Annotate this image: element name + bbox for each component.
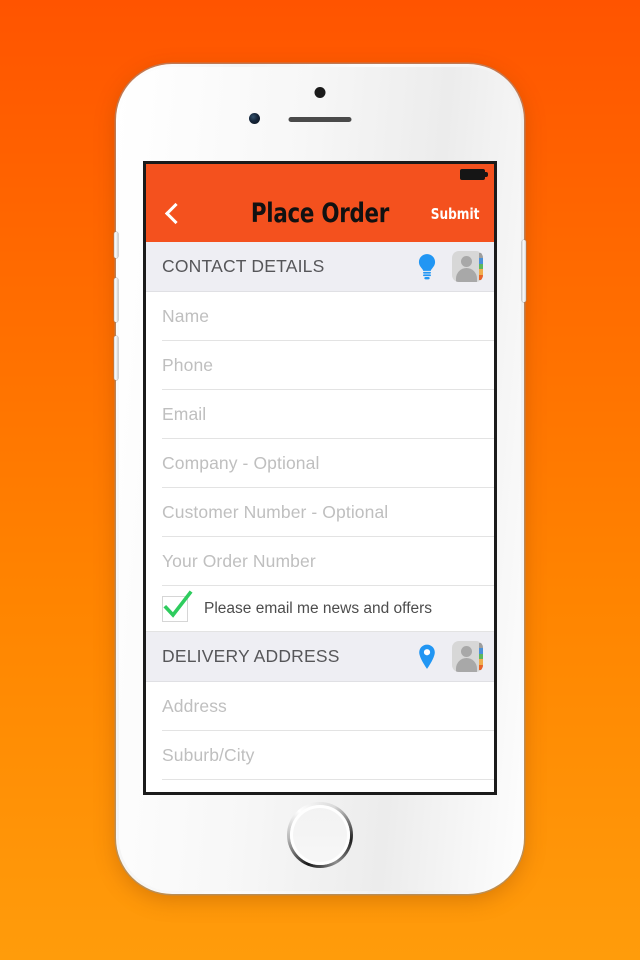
submit-button[interactable]: Submit bbox=[431, 205, 480, 223]
volume-up-button[interactable] bbox=[114, 278, 118, 322]
field-placeholder: Your Order Number bbox=[162, 551, 316, 571]
contacts-book-icon-head bbox=[461, 646, 472, 657]
field-name[interactable]: Name bbox=[146, 292, 494, 341]
section-header-contact-details: CONTACT DETAILS bbox=[146, 242, 494, 292]
section-actions bbox=[416, 251, 483, 282]
field-address[interactable]: Address bbox=[146, 682, 494, 731]
check-icon bbox=[163, 590, 193, 618]
map-pin-icon bbox=[419, 644, 435, 669]
field-phone[interactable]: Phone bbox=[146, 341, 494, 390]
contacts-book-icon-tabs bbox=[479, 643, 483, 671]
section-header-delivery-address: DELIVERY ADDRESS bbox=[146, 632, 494, 682]
use-my-location-button[interactable] bbox=[416, 643, 438, 671]
field-email[interactable]: Email bbox=[146, 390, 494, 439]
section-title: CONTACT DETAILS bbox=[162, 256, 325, 276]
battery-full-icon bbox=[460, 169, 488, 180]
back-button[interactable] bbox=[146, 185, 200, 242]
status-bar bbox=[146, 164, 494, 185]
field-placeholder: Name bbox=[162, 306, 210, 326]
field-placeholder: Suburb/City bbox=[162, 745, 255, 765]
import-contact-button[interactable] bbox=[452, 251, 483, 282]
contacts-book-icon-head bbox=[461, 256, 472, 267]
newsletter-label: Please email me news and offers bbox=[204, 600, 433, 617]
import-address-button[interactable] bbox=[452, 641, 483, 672]
field-placeholder: Customer Number - Optional bbox=[162, 502, 389, 522]
phone-device: Place Order Submit CONTACT DETAILS Name … bbox=[114, 64, 526, 894]
silent-switch-button[interactable] bbox=[114, 232, 118, 258]
app-bar: Place Order Submit bbox=[146, 185, 494, 242]
field-placeholder: Phone bbox=[162, 355, 214, 375]
field-placeholder: Address bbox=[162, 696, 227, 716]
earpiece-speaker-icon bbox=[288, 117, 352, 122]
contacts-book-icon-tabs bbox=[479, 253, 483, 281]
proximity-sensor-icon bbox=[314, 87, 326, 98]
home-button[interactable] bbox=[287, 802, 353, 868]
field-suburb-city[interactable]: Suburb/City bbox=[146, 731, 494, 780]
contacts-book-icon-body bbox=[456, 268, 477, 282]
page-title: Place Order bbox=[250, 198, 390, 229]
field-placeholder: Email bbox=[162, 404, 207, 424]
section-title: DELIVERY ADDRESS bbox=[162, 646, 340, 666]
contacts-book-icon-body bbox=[456, 658, 477, 672]
volume-down-button[interactable] bbox=[114, 336, 118, 380]
field-order-number[interactable]: Your Order Number bbox=[146, 537, 494, 586]
power-button[interactable] bbox=[522, 240, 526, 302]
field-company[interactable]: Company - Optional bbox=[146, 439, 494, 488]
phone-screen: Place Order Submit CONTACT DETAILS Name … bbox=[143, 161, 497, 795]
section-actions bbox=[416, 641, 483, 672]
chevron-left-icon bbox=[164, 202, 187, 225]
field-customer-number[interactable]: Customer Number - Optional bbox=[146, 488, 494, 537]
field-placeholder: Company - Optional bbox=[162, 453, 320, 473]
lightbulb-icon bbox=[418, 253, 436, 279]
newsletter-checkbox[interactable] bbox=[162, 590, 193, 622]
newsletter-opt-in-row[interactable]: Please email me news and offers bbox=[146, 586, 494, 632]
hint-bulb-button[interactable] bbox=[416, 253, 438, 281]
front-camera-icon bbox=[249, 113, 260, 124]
